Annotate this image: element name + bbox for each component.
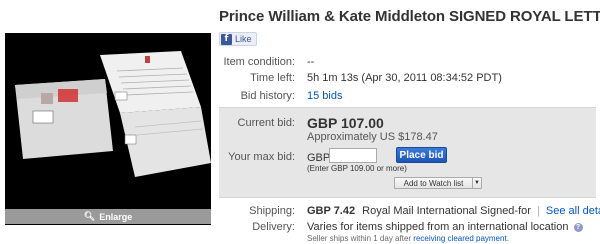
add-to-watch-list-button[interactable]: Add to Watch list ▼	[394, 177, 482, 189]
currency-prefix: GBP	[307, 152, 331, 164]
seller-ships-note: Seller ships within 1 day after receivin…	[307, 234, 509, 243]
item-condition-label: Item condition:	[223, 56, 295, 68]
current-bid-label: Current bid:	[237, 117, 295, 129]
royal-letter-photo	[5, 33, 211, 209]
see-all-details-link[interactable]: See all details	[546, 205, 600, 217]
bid-history-label: Bid history:	[240, 90, 295, 102]
place-bid-button[interactable]: Place bid	[396, 147, 447, 163]
cleared-payment-link[interactable]: receiving cleared payment	[413, 234, 506, 243]
approx-usd-value: Approximately US $178.47	[307, 131, 438, 143]
shipping-label: Shipping:	[249, 205, 295, 217]
bid-history-link[interactable]: 15 bids	[307, 90, 342, 102]
item-photo[interactable]	[5, 33, 211, 225]
time-left-value: 5h 1m 13s (Apr 30, 2011 08:34:52 PDT)	[307, 72, 502, 84]
current-bid-value: GBP 107.00	[307, 115, 384, 131]
item-condition-value: --	[307, 56, 315, 68]
delivery-info: Varies for items shipped from an interna…	[307, 221, 583, 233]
seller-ships-text: Seller ships within 1 day after	[307, 234, 412, 243]
facebook-icon: f	[221, 33, 232, 45]
item-title: Prince William & Kate Middleton SIGNED R…	[219, 8, 600, 25]
envelope-shape	[15, 79, 113, 159]
magnifier-icon: 🔍︎	[83, 211, 96, 221]
facebook-like-button[interactable]: f Like	[219, 32, 257, 46]
shipping-price: GBP 7.42	[307, 205, 356, 217]
max-bid-input[interactable]	[329, 148, 377, 163]
time-left-label: Time left:	[250, 72, 295, 84]
max-bid-label: Your max bid:	[228, 151, 295, 163]
shipping-info: GBP 7.42 Royal Mail International Signed…	[307, 205, 600, 217]
seller-ships-suffix: .	[506, 234, 509, 243]
delivery-label: Delivery:	[252, 221, 295, 233]
delivery-value: Varies for items shipped from an interna…	[307, 221, 569, 233]
separator: |	[537, 205, 540, 217]
watch-list-label: Add to Watch list	[403, 178, 464, 188]
chevron-down-icon[interactable]: ▼	[472, 178, 481, 188]
shipping-method: Royal Mail International Signed-for	[362, 205, 531, 217]
help-icon[interactable]: ?	[573, 223, 583, 232]
like-label: Like	[235, 34, 252, 44]
enlarge-label: Enlarge	[99, 211, 133, 222]
min-bid-hint: (Enter GBP 109.00 or more)	[307, 164, 407, 173]
enlarge-button[interactable]: 🔍︎ Enlarge	[5, 209, 211, 224]
